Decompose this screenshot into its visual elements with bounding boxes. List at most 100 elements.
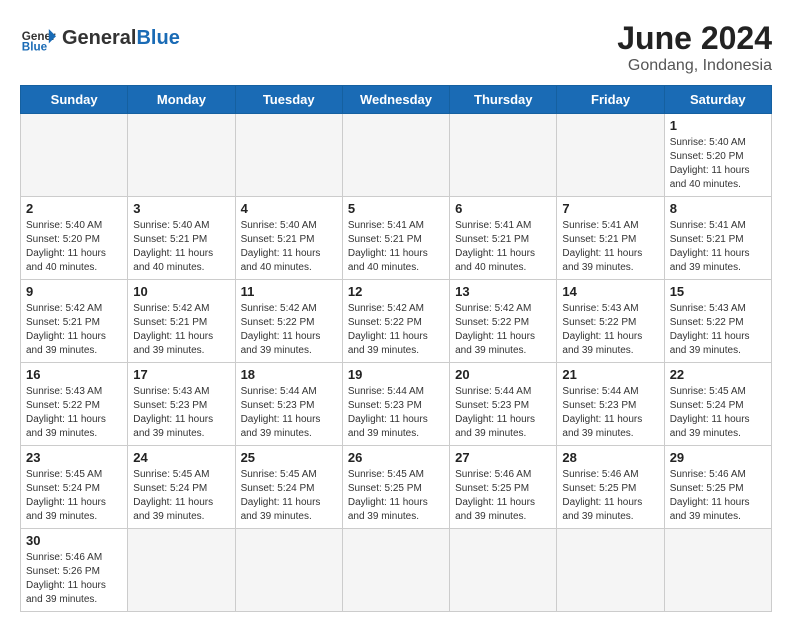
day-header-monday: Monday [128, 86, 235, 114]
calendar-day-cell: 9Sunrise: 5:42 AM Sunset: 5:21 PM Daylig… [21, 280, 128, 363]
day-header-wednesday: Wednesday [342, 86, 449, 114]
day-number: 13 [455, 284, 551, 299]
day-info: Sunrise: 5:42 AM Sunset: 5:21 PM Dayligh… [133, 302, 229, 358]
day-info: Sunrise: 5:40 AM Sunset: 5:20 PM Dayligh… [670, 136, 766, 192]
day-info: Sunrise: 5:41 AM Sunset: 5:21 PM Dayligh… [455, 219, 551, 275]
day-number: 29 [670, 450, 766, 465]
day-number: 23 [26, 450, 122, 465]
calendar-day-cell: 11 Sunrise: 5:42 AM Sunset: 5:22 PM Dayli… [235, 280, 342, 363]
day-number: 22 [670, 367, 766, 382]
calendar-day-cell [557, 114, 664, 197]
day-info: Sunrise: 5:44 AM Sunset: 5:23 PM Dayligh… [241, 385, 337, 441]
day-header-saturday: Saturday [664, 86, 771, 114]
day-info: Sunrise: 5:46 AM Sunset: 5:25 PM Dayligh… [562, 468, 658, 524]
day-header-sunday: Sunday [21, 86, 128, 114]
day-number: 4 [241, 201, 337, 216]
day-number: 9 [26, 284, 122, 299]
calendar-day-cell: 2 Sunrise: 5:40 AM Sunset: 5:20 PM Daylig… [21, 197, 128, 280]
calendar-day-cell: 7Sunrise: 5:41 AM Sunset: 5:21 PM Daylig… [557, 197, 664, 280]
day-header-thursday: Thursday [450, 86, 557, 114]
calendar-day-cell [235, 114, 342, 197]
location-text: Gondang, Indonesia [617, 57, 772, 75]
day-number: 2 [26, 201, 122, 216]
calendar-day-cell: 4Sunrise: 5:40 AM Sunset: 5:21 PM Daylig… [235, 197, 342, 280]
day-number: 8 [670, 201, 766, 216]
calendar-day-cell: 1 Sunrise: 5:40 AM Sunset: 5:20 PM Daylig… [664, 114, 771, 197]
day-number: 19 [348, 367, 444, 382]
day-number: 10 [133, 284, 229, 299]
day-number: 28 [562, 450, 658, 465]
day-number: 15 [670, 284, 766, 299]
calendar-day-cell: 14 Sunrise: 5:43 AM Sunset: 5:22 PM Dayli… [557, 280, 664, 363]
calendar-day-cell: 6Sunrise: 5:41 AM Sunset: 5:21 PM Daylig… [450, 197, 557, 280]
calendar-day-cell: 29 Sunrise: 5:46 AM Sunset: 5:25 PM Dayli… [664, 446, 771, 529]
day-number: 27 [455, 450, 551, 465]
calendar-week-row: 23 Sunrise: 5:45 AM Sunset: 5:24 PM Dayli… [21, 446, 772, 529]
calendar-day-cell: 17 Sunrise: 5:43 AM Sunset: 5:23 PM Dayli… [128, 363, 235, 446]
day-info: Sunrise: 5:40 AM Sunset: 5:20 PM Dayligh… [26, 219, 122, 275]
calendar-week-row: 1 Sunrise: 5:40 AM Sunset: 5:20 PM Daylig… [21, 114, 772, 197]
day-info: Sunrise: 5:41 AM Sunset: 5:21 PM Dayligh… [670, 219, 766, 275]
calendar-week-row: 30 Sunrise: 5:46 AM Sunset: 5:26 PM Dayli… [21, 529, 772, 612]
day-number: 18 [241, 367, 337, 382]
calendar-day-cell: 10 Sunrise: 5:42 AM Sunset: 5:21 PM Dayli… [128, 280, 235, 363]
calendar-day-cell: 15 Sunrise: 5:43 AM Sunset: 5:22 PM Dayli… [664, 280, 771, 363]
day-info: Sunrise: 5:46 AM Sunset: 5:25 PM Dayligh… [455, 468, 551, 524]
calendar-week-row: 2 Sunrise: 5:40 AM Sunset: 5:20 PM Daylig… [21, 197, 772, 280]
calendar-day-cell [664, 529, 771, 612]
calendar-day-cell: 16 Sunrise: 5:43 AM Sunset: 5:22 PM Dayli… [21, 363, 128, 446]
logo-blue-text: Blue [136, 26, 179, 50]
title-area: June 2024 Gondang, Indonesia [617, 20, 772, 75]
calendar-day-cell: 30 Sunrise: 5:46 AM Sunset: 5:26 PM Dayli… [21, 529, 128, 612]
calendar-day-cell: 20Sunrise: 5:44 AM Sunset: 5:23 PM Dayli… [450, 363, 557, 446]
calendar-day-cell [450, 114, 557, 197]
calendar-week-row: 9 Sunrise: 5:42 AM Sunset: 5:21 PM Daylig… [21, 280, 772, 363]
day-number: 30 [26, 533, 122, 548]
calendar-day-cell: 18 Sunrise: 5:44 AM Sunset: 5:23 PM Dayli… [235, 363, 342, 446]
day-info: Sunrise: 5:45 AM Sunset: 5:25 PM Dayligh… [348, 468, 444, 524]
calendar-header-row: SundayMondayTuesdayWednesdayThursdayFrid… [21, 86, 772, 114]
month-title: June 2024 [617, 20, 772, 57]
calendar-day-cell: 3 Sunrise: 5:40 AM Sunset: 5:21 PM Daylig… [128, 197, 235, 280]
calendar-day-cell [128, 529, 235, 612]
calendar-day-cell: 25Sunrise: 5:45 AM Sunset: 5:24 PM Dayli… [235, 446, 342, 529]
day-number: 14 [562, 284, 658, 299]
day-info: Sunrise: 5:41 AM Sunset: 5:21 PM Dayligh… [348, 219, 444, 275]
day-number: 24 [133, 450, 229, 465]
day-info: Sunrise: 5:42 AM Sunset: 5:22 PM Dayligh… [241, 302, 337, 358]
calendar-day-cell [342, 529, 449, 612]
day-number: 20 [455, 367, 551, 382]
calendar-day-cell: 21Sunrise: 5:44 AM Sunset: 5:23 PM Dayli… [557, 363, 664, 446]
day-info: Sunrise: 5:46 AM Sunset: 5:26 PM Dayligh… [26, 551, 122, 607]
calendar-day-cell: 8 Sunrise: 5:41 AM Sunset: 5:21 PM Daylig… [664, 197, 771, 280]
day-info: Sunrise: 5:44 AM Sunset: 5:23 PM Dayligh… [562, 385, 658, 441]
day-info: Sunrise: 5:45 AM Sunset: 5:24 PM Dayligh… [26, 468, 122, 524]
day-info: Sunrise: 5:43 AM Sunset: 5:22 PM Dayligh… [670, 302, 766, 358]
day-number: 3 [133, 201, 229, 216]
day-number: 16 [26, 367, 122, 382]
day-info: Sunrise: 5:43 AM Sunset: 5:22 PM Dayligh… [562, 302, 658, 358]
day-info: Sunrise: 5:43 AM Sunset: 5:23 PM Dayligh… [133, 385, 229, 441]
day-header-friday: Friday [557, 86, 664, 114]
day-number: 26 [348, 450, 444, 465]
calendar-day-cell: 19 Sunrise: 5:44 AM Sunset: 5:23 PM Dayli… [342, 363, 449, 446]
day-info: Sunrise: 5:45 AM Sunset: 5:24 PM Dayligh… [241, 468, 337, 524]
day-number: 12 [348, 284, 444, 299]
day-number: 17 [133, 367, 229, 382]
day-number: 11 [241, 284, 337, 299]
page-header: General Blue GeneralBlue June 2024 Gonda… [20, 20, 772, 75]
day-info: Sunrise: 5:44 AM Sunset: 5:23 PM Dayligh… [348, 385, 444, 441]
day-number: 5 [348, 201, 444, 216]
calendar-week-row: 16 Sunrise: 5:43 AM Sunset: 5:22 PM Dayli… [21, 363, 772, 446]
calendar-day-cell [557, 529, 664, 612]
svg-text:Blue: Blue [22, 41, 48, 54]
calendar-day-cell [21, 114, 128, 197]
day-number: 7 [562, 201, 658, 216]
day-info: Sunrise: 5:43 AM Sunset: 5:22 PM Dayligh… [26, 385, 122, 441]
day-number: 1 [670, 118, 766, 133]
calendar-day-cell: 13Sunrise: 5:42 AM Sunset: 5:22 PM Dayli… [450, 280, 557, 363]
day-info: Sunrise: 5:46 AM Sunset: 5:25 PM Dayligh… [670, 468, 766, 524]
day-info: Sunrise: 5:40 AM Sunset: 5:21 PM Dayligh… [133, 219, 229, 275]
calendar-day-cell: 26 Sunrise: 5:45 AM Sunset: 5:25 PM Dayli… [342, 446, 449, 529]
calendar-day-cell: 28 Sunrise: 5:46 AM Sunset: 5:25 PM Dayli… [557, 446, 664, 529]
